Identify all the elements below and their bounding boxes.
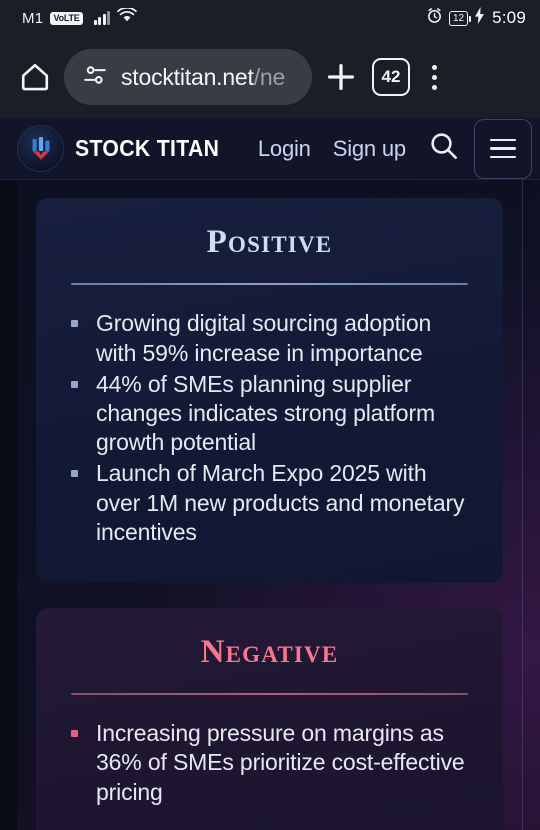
url-domain: stocktitan.net [121, 63, 254, 90]
list-item: Growing digital sourcing adoption with 5… [71, 309, 468, 367]
negative-bullet-list: Increasing pressure on margins as 36% of… [71, 719, 468, 807]
webpage-viewport: STOCK TITAN Login Sign up Positive Growi… [0, 118, 540, 830]
stock-titan-logo[interactable] [18, 126, 63, 171]
url-text: stocktitan.net/ne [121, 64, 285, 91]
browser-toolbar: stocktitan.net/ne 42 [0, 36, 540, 118]
status-left-group: M1 VoLTE [22, 6, 137, 28]
list-item: 44% of SMEs planning supplier changes in… [71, 370, 468, 458]
volte-badge: VoLTE [50, 11, 83, 25]
url-bar[interactable]: stocktitan.net/ne [64, 49, 312, 105]
positive-card-title: Positive [206, 224, 333, 260]
search-icon[interactable] [428, 130, 460, 167]
list-item: Launch of March Expo 2025 with over 1M n… [71, 459, 468, 547]
negative-card-title: Negative [200, 633, 339, 670]
battery-icon: 12 [448, 10, 472, 26]
alarm-clock-icon [426, 7, 443, 29]
hamburger-menu-icon[interactable] [473, 118, 532, 179]
url-path: /ne [253, 63, 286, 90]
site-header: STOCK TITAN Login Sign up [0, 118, 540, 180]
overflow-menu-icon[interactable] [422, 64, 447, 90]
brand-name[interactable]: STOCK TITAN [75, 135, 219, 162]
android-status-bar: M1 VoLTE 12 5:09 [0, 0, 540, 36]
positive-bullet-list: Growing digital sourcing adoption with 5… [71, 309, 468, 547]
status-right-group: 12 5:09 [426, 7, 526, 29]
page-settings-icon[interactable] [82, 62, 108, 93]
charging-bolt-icon [474, 7, 485, 29]
sentiment-cards: Positive Growing digital sourcing adopti… [0, 180, 540, 830]
wifi-icon [117, 6, 137, 28]
login-link[interactable]: Login [258, 136, 311, 162]
new-tab-icon[interactable] [322, 58, 360, 96]
carrier-label: M1 [22, 9, 44, 27]
header-nav: Login Sign up [258, 136, 406, 162]
signal-bars-icon [93, 11, 111, 25]
positive-card: Positive Growing digital sourcing adopti… [36, 198, 503, 583]
tab-count-label: 42 [372, 58, 410, 96]
negative-card: Negative Increasing pressure on margins … [36, 607, 503, 830]
home-icon[interactable] [18, 60, 52, 94]
list-item: Increasing pressure on margins as 36% of… [71, 719, 468, 807]
tab-counter-button[interactable]: 42 [360, 58, 422, 96]
positive-card-divider [71, 283, 468, 286]
status-clock: 5:09 [492, 8, 526, 27]
signup-link[interactable]: Sign up [333, 136, 406, 162]
negative-card-divider [71, 693, 468, 696]
